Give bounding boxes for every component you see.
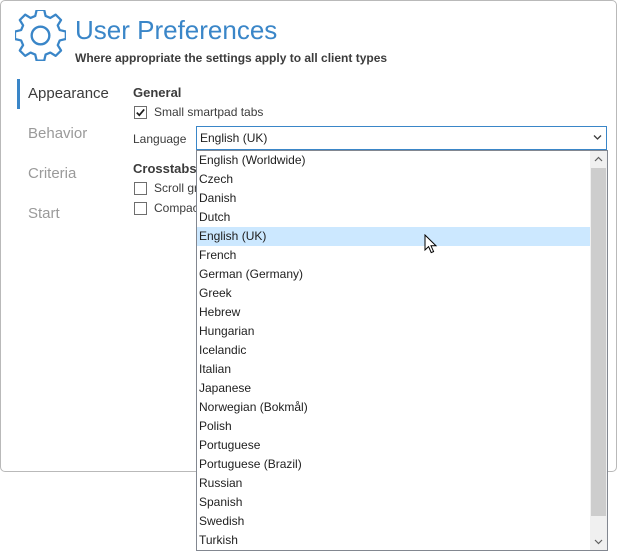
language-option[interactable]: Dutch — [197, 208, 590, 227]
page-subtitle: Where appropriate the settings apply to … — [75, 51, 388, 65]
language-option-selected[interactable]: English (UK) — [197, 227, 590, 246]
scrollbar-thumb[interactable] — [591, 168, 606, 516]
mouse-cursor-icon — [424, 234, 438, 254]
screen: User Preferences Where appropriate the s… — [0, 0, 620, 555]
nav-item-behavior[interactable]: Behavior — [17, 119, 117, 159]
language-label: Language — [133, 132, 187, 146]
sidebar-nav: Appearance Behavior Criteria Start — [17, 79, 117, 239]
dropdown-scrollbar[interactable] — [590, 151, 607, 550]
gear-icon — [15, 10, 66, 61]
language-option[interactable]: Swedish — [197, 512, 590, 531]
language-option[interactable]: Japanese — [197, 379, 590, 398]
language-option[interactable]: Spanish — [197, 493, 590, 512]
scroll-down-icon[interactable] — [590, 533, 607, 550]
nav-item-criteria[interactable]: Criteria — [17, 159, 117, 199]
language-option[interactable]: Norwegian (Bokmål) — [197, 398, 590, 417]
language-option[interactable]: Greek — [197, 284, 590, 303]
nav-item-start[interactable]: Start — [17, 199, 117, 239]
chevron-down-icon — [593, 135, 602, 140]
scroll-up-icon[interactable] — [590, 151, 607, 168]
page-title: User Preferences — [75, 15, 278, 45]
checkmark-icon — [136, 108, 145, 116]
compact-label: Compac — [154, 201, 199, 215]
compact-option[interactable]: Compac — [134, 201, 199, 215]
language-option[interactable]: Portuguese (Brazil) — [197, 455, 590, 474]
language-options: English (Worldwide) Czech Danish Dutch E… — [197, 151, 590, 550]
scroll-checkbox[interactable] — [134, 181, 147, 195]
scroll-label: Scroll gr — [154, 181, 199, 195]
compact-checkbox[interactable] — [134, 201, 147, 215]
language-option[interactable]: Polish — [197, 417, 590, 436]
general-heading: General — [133, 85, 182, 100]
language-option[interactable]: French — [197, 246, 590, 265]
language-option[interactable]: Portuguese — [197, 436, 590, 455]
small-tabs-label: Small smartpad tabs — [154, 105, 264, 119]
language-option[interactable]: Russian — [197, 474, 590, 493]
language-option[interactable]: Hebrew — [197, 303, 590, 322]
language-dropdown-list[interactable]: English (Worldwide) Czech Danish Dutch E… — [196, 150, 608, 551]
language-option[interactable]: Danish — [197, 189, 590, 208]
language-select[interactable]: English (UK) — [196, 126, 607, 150]
language-option[interactable]: Czech — [197, 170, 590, 189]
small-tabs-checkbox[interactable] — [134, 105, 147, 119]
small-tabs-option[interactable]: Small smartpad tabs — [134, 105, 263, 119]
language-option[interactable]: Hungarian — [197, 322, 590, 341]
language-option[interactable]: Italian — [197, 360, 590, 379]
scroll-option[interactable]: Scroll gr — [134, 181, 198, 195]
language-option[interactable]: German (Germany) — [197, 265, 590, 284]
language-option[interactable]: Icelandic — [197, 341, 590, 360]
language-option[interactable]: English (Worldwide) — [197, 151, 590, 170]
nav-item-appearance[interactable]: Appearance — [17, 79, 117, 109]
language-select-value: English (UK) — [200, 131, 268, 145]
crosstabs-heading: Crosstabs — [133, 161, 197, 176]
language-option[interactable]: Turkish — [197, 531, 590, 550]
